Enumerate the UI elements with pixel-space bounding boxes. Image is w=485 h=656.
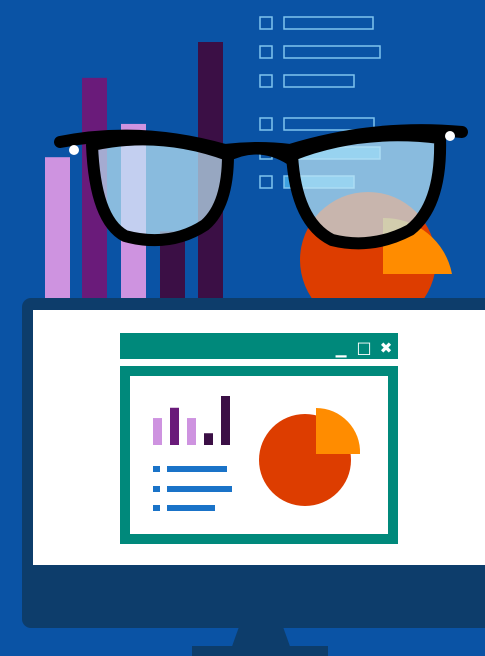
list-line bbox=[167, 486, 232, 492]
minimize-icon: ▁ bbox=[335, 342, 347, 358]
right-lens bbox=[286, 129, 447, 250]
close-icon: ✖ bbox=[380, 339, 393, 357]
mini-bar bbox=[204, 433, 213, 445]
mini-bar bbox=[187, 418, 196, 445]
analysis-illustration: ▁ □ ✖ bbox=[0, 0, 485, 656]
list-bullet bbox=[153, 486, 160, 492]
list-line bbox=[167, 466, 227, 472]
right-hinge bbox=[445, 131, 455, 141]
list-bullet bbox=[153, 466, 160, 472]
mini-bar bbox=[170, 407, 179, 445]
list-bullet bbox=[153, 505, 160, 511]
monitor-base bbox=[192, 646, 328, 656]
left-lens bbox=[86, 133, 234, 247]
background-bar bbox=[45, 157, 70, 298]
list-line bbox=[167, 505, 215, 511]
mini-bar bbox=[221, 396, 230, 445]
maximize-icon: □ bbox=[356, 338, 371, 357]
mini-bar bbox=[153, 418, 162, 445]
left-hinge bbox=[69, 145, 79, 155]
